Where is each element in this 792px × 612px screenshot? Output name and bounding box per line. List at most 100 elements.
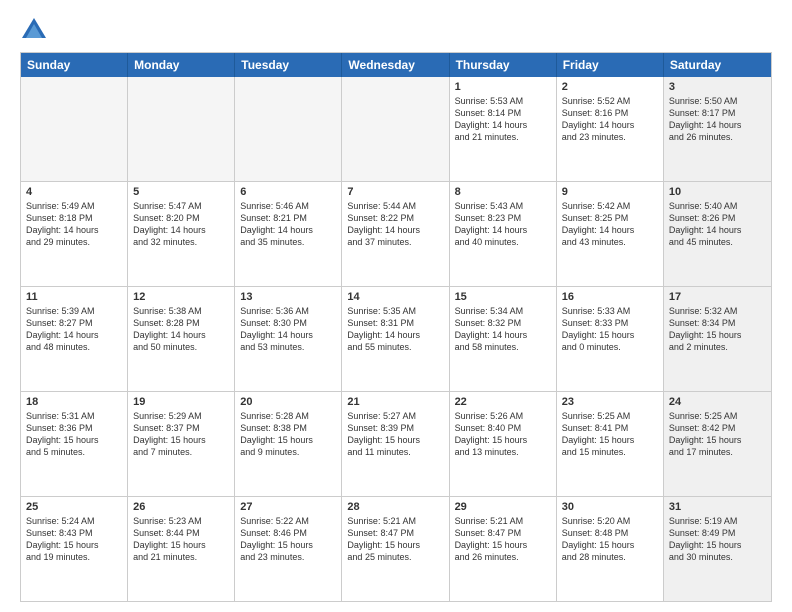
cell-info: Sunrise: 5:35 AM Sunset: 8:31 PM Dayligh… [347,305,443,354]
cal-cell-22: 22Sunrise: 5:26 AM Sunset: 8:40 PM Dayli… [450,392,557,496]
cell-info: Sunrise: 5:38 AM Sunset: 8:28 PM Dayligh… [133,305,229,354]
cal-cell-19: 19 Sunrise: 5:29 AM Sunset: 8:37 PM Dayli… [128,392,235,496]
cell-info: Sunrise: 5:46 AM Sunset: 8:21 PM Dayligh… [240,200,336,249]
header-day-thursday: Thursday [450,53,557,77]
cal-cell-26: 26 Sunrise: 5:23 AM Sunset: 8:44 PM Dayli… [128,497,235,601]
day-number: 5 [133,186,229,198]
day-number: 29 [455,501,551,513]
cal-cell-6: 6 Sunrise: 5:46 AM Sunset: 8:21 PM Daylig… [235,182,342,286]
header-day-monday: Monday [128,53,235,77]
cell-info: Sunrise: 5:21 AM Sunset: 8:47 PM Dayligh… [347,515,443,564]
header-day-tuesday: Tuesday [235,53,342,77]
cal-cell-23: 23 Sunrise: 5:25 AM Sunset: 8:41 PM Dayli… [557,392,664,496]
cell-info: Sunrise: 5:28 AM Sunset: 8:38 PM Dayligh… [240,410,336,459]
day-number: 14 [347,291,443,303]
day-number: 25 [26,501,122,513]
cal-cell-31: 31 Sunrise: 5:19 AM Sunset: 8:49 PM Dayli… [664,497,771,601]
cal-cell-25: 25 Sunrise: 5:24 AM Sunset: 8:43 PM Dayli… [21,497,128,601]
calendar-header: SundayMondayTuesdayWednesdayThursdayFrid… [21,53,771,77]
cal-cell-empty-1 [128,77,235,181]
cal-cell-29: 29 Sunrise: 5:21 AM Sunset: 8:47 PM Dayli… [450,497,557,601]
cell-info: Sunrise: 5:19 AM Sunset: 8:49 PM Dayligh… [669,515,766,564]
cell-info: Sunrise: 5:49 AM Sunset: 8:18 PM Dayligh… [26,200,122,249]
cal-cell-2: 2Sunrise: 5:52 AM Sunset: 8:16 PM Daylig… [557,77,664,181]
day-number: 23 [562,396,658,408]
day-number: 3 [669,81,766,93]
cal-cell-21: 21Sunrise: 5:27 AM Sunset: 8:39 PM Dayli… [342,392,449,496]
logo [20,16,52,44]
day-number: 7 [347,186,443,198]
day-number: 1 [455,81,551,93]
cal-cell-4: 4 Sunrise: 5:49 AM Sunset: 8:18 PM Daylig… [21,182,128,286]
cell-info: Sunrise: 5:21 AM Sunset: 8:47 PM Dayligh… [455,515,551,564]
cal-cell-1: 1 Sunrise: 5:53 AM Sunset: 8:14 PM Daylig… [450,77,557,181]
cell-info: Sunrise: 5:25 AM Sunset: 8:41 PM Dayligh… [562,410,658,459]
cal-cell-9: 9 Sunrise: 5:42 AM Sunset: 8:25 PM Daylig… [557,182,664,286]
cal-cell-28: 28 Sunrise: 5:21 AM Sunset: 8:47 PM Dayli… [342,497,449,601]
cell-info: Sunrise: 5:39 AM Sunset: 8:27 PM Dayligh… [26,305,122,354]
cal-cell-3: 3 Sunrise: 5:50 AM Sunset: 8:17 PM Daylig… [664,77,771,181]
cell-info: Sunrise: 5:40 AM Sunset: 8:26 PM Dayligh… [669,200,766,249]
header-day-friday: Friday [557,53,664,77]
header-day-saturday: Saturday [664,53,771,77]
day-number: 10 [669,186,766,198]
cell-info: Sunrise: 5:52 AM Sunset: 8:16 PM Dayligh… [562,95,658,144]
cal-cell-5: 5 Sunrise: 5:47 AM Sunset: 8:20 PM Daylig… [128,182,235,286]
day-number: 18 [26,396,122,408]
cell-info: Sunrise: 5:47 AM Sunset: 8:20 PM Dayligh… [133,200,229,249]
cal-cell-17: 17Sunrise: 5:32 AM Sunset: 8:34 PM Dayli… [664,287,771,391]
day-number: 6 [240,186,336,198]
cal-cell-14: 14 Sunrise: 5:35 AM Sunset: 8:31 PM Dayli… [342,287,449,391]
cell-info: Sunrise: 5:50 AM Sunset: 8:17 PM Dayligh… [669,95,766,144]
cell-info: Sunrise: 5:43 AM Sunset: 8:23 PM Dayligh… [455,200,551,249]
cal-cell-8: 8 Sunrise: 5:43 AM Sunset: 8:23 PM Daylig… [450,182,557,286]
header-day-wednesday: Wednesday [342,53,449,77]
cell-info: Sunrise: 5:27 AM Sunset: 8:39 PM Dayligh… [347,410,443,459]
cell-info: Sunrise: 5:36 AM Sunset: 8:30 PM Dayligh… [240,305,336,354]
header [20,16,772,44]
day-number: 27 [240,501,336,513]
day-number: 15 [455,291,551,303]
day-number: 19 [133,396,229,408]
cell-info: Sunrise: 5:26 AM Sunset: 8:40 PM Dayligh… [455,410,551,459]
week-row-3: 18 Sunrise: 5:31 AM Sunset: 8:36 PM Dayli… [21,392,771,497]
day-number: 30 [562,501,658,513]
cell-info: Sunrise: 5:31 AM Sunset: 8:36 PM Dayligh… [26,410,122,459]
day-number: 12 [133,291,229,303]
cell-info: Sunrise: 5:53 AM Sunset: 8:14 PM Dayligh… [455,95,551,144]
cell-info: Sunrise: 5:23 AM Sunset: 8:44 PM Dayligh… [133,515,229,564]
cell-info: Sunrise: 5:22 AM Sunset: 8:46 PM Dayligh… [240,515,336,564]
cell-info: Sunrise: 5:42 AM Sunset: 8:25 PM Dayligh… [562,200,658,249]
cal-cell-empty-2 [235,77,342,181]
cal-cell-27: 27 Sunrise: 5:22 AM Sunset: 8:46 PM Dayli… [235,497,342,601]
cal-cell-16: 16 Sunrise: 5:33 AM Sunset: 8:33 PM Dayli… [557,287,664,391]
cal-cell-12: 12 Sunrise: 5:38 AM Sunset: 8:28 PM Dayli… [128,287,235,391]
day-number: 16 [562,291,658,303]
cal-cell-30: 30 Sunrise: 5:20 AM Sunset: 8:48 PM Dayli… [557,497,664,601]
week-row-1: 4 Sunrise: 5:49 AM Sunset: 8:18 PM Daylig… [21,182,771,287]
day-number: 26 [133,501,229,513]
day-number: 13 [240,291,336,303]
day-number: 4 [26,186,122,198]
header-day-sunday: Sunday [21,53,128,77]
cal-cell-15: 15Sunrise: 5:34 AM Sunset: 8:32 PM Dayli… [450,287,557,391]
cal-cell-7: 7Sunrise: 5:44 AM Sunset: 8:22 PM Daylig… [342,182,449,286]
cal-cell-10: 10 Sunrise: 5:40 AM Sunset: 8:26 PM Dayli… [664,182,771,286]
cell-info: Sunrise: 5:20 AM Sunset: 8:48 PM Dayligh… [562,515,658,564]
day-number: 9 [562,186,658,198]
cal-cell-24: 24 Sunrise: 5:25 AM Sunset: 8:42 PM Dayli… [664,392,771,496]
week-row-0: 1 Sunrise: 5:53 AM Sunset: 8:14 PM Daylig… [21,77,771,182]
cell-info: Sunrise: 5:25 AM Sunset: 8:42 PM Dayligh… [669,410,766,459]
cal-cell-empty-0 [21,77,128,181]
day-number: 24 [669,396,766,408]
cell-info: Sunrise: 5:33 AM Sunset: 8:33 PM Dayligh… [562,305,658,354]
cell-info: Sunrise: 5:29 AM Sunset: 8:37 PM Dayligh… [133,410,229,459]
calendar: SundayMondayTuesdayWednesdayThursdayFrid… [20,52,772,602]
cal-cell-13: 13 Sunrise: 5:36 AM Sunset: 8:30 PM Dayli… [235,287,342,391]
day-number: 28 [347,501,443,513]
day-number: 8 [455,186,551,198]
cal-cell-empty-3 [342,77,449,181]
cell-info: Sunrise: 5:24 AM Sunset: 8:43 PM Dayligh… [26,515,122,564]
day-number: 31 [669,501,766,513]
day-number: 11 [26,291,122,303]
